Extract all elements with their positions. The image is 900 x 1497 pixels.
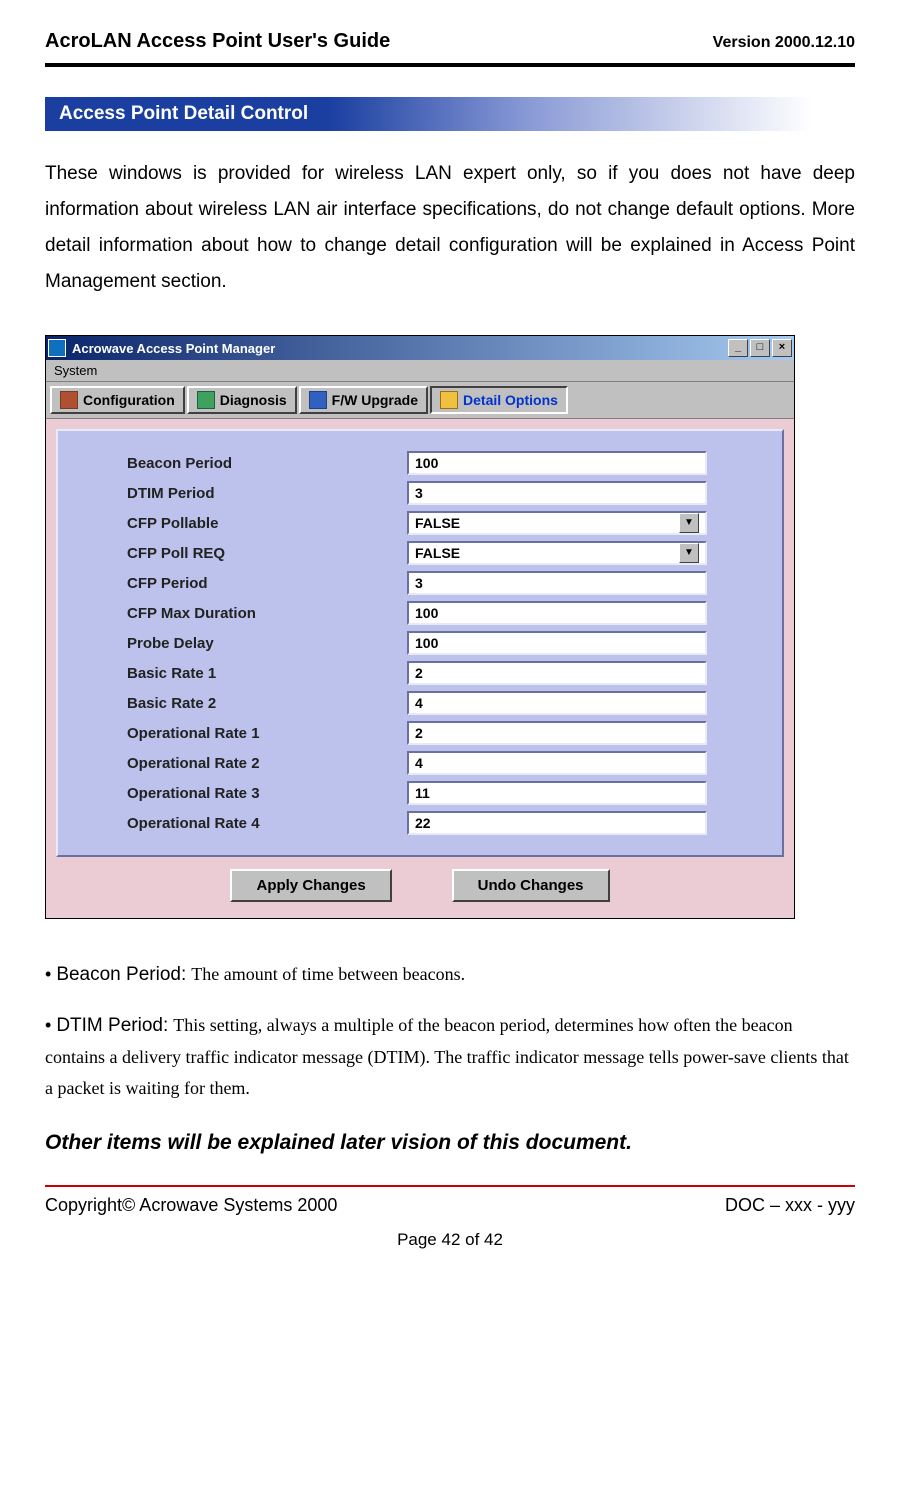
row-cfp-poll-req: CFP Poll REQ FALSE ▼ <box>72 541 768 565</box>
app-window: Acrowave Access Point Manager _ □ × Syst… <box>45 335 795 919</box>
minimize-button[interactable]: _ <box>728 339 748 357</box>
chevron-down-icon[interactable]: ▼ <box>679 543 699 563</box>
row-operational-rate-3: Operational Rate 3 11 <box>72 781 768 805</box>
row-basic-rate-1: Basic Rate 1 2 <box>72 661 768 685</box>
row-cfp-pollable: CFP Pollable FALSE ▼ <box>72 511 768 535</box>
app-icon <box>48 339 66 357</box>
definition-dtim-period: • DTIM Period: This setting, always a mu… <box>45 1010 855 1103</box>
term-beacon-period: Beacon Period: <box>56 964 186 985</box>
row-operational-rate-4: Operational Rate 4 22 <box>72 811 768 835</box>
input-operational-rate-3[interactable]: 11 <box>407 781 707 805</box>
input-operational-rate-1[interactable]: 2 <box>407 721 707 745</box>
chevron-down-icon[interactable]: ▼ <box>679 513 699 533</box>
maximize-button[interactable]: □ <box>750 339 770 357</box>
input-probe-delay[interactable]: 100 <box>407 631 707 655</box>
label-cfp-poll-req: CFP Poll REQ <box>72 545 407 562</box>
label-operational-rate-1: Operational Rate 1 <box>72 725 407 742</box>
input-basic-rate-2[interactable]: 4 <box>407 691 707 715</box>
label-probe-delay: Probe Delay <box>72 635 407 652</box>
tab-detail-options[interactable]: Detail Options <box>430 386 568 414</box>
titlebar[interactable]: Acrowave Access Point Manager _ □ × <box>46 336 794 360</box>
note-text: Other items will be explained later visi… <box>45 1131 855 1155</box>
intro-paragraph: These windows is provided for wireless L… <box>45 156 855 300</box>
definition-beacon-period: • Beacon Period: The amount of time betw… <box>45 959 855 991</box>
row-operational-rate-1: Operational Rate 1 2 <box>72 721 768 745</box>
select-cfp-pollable[interactable]: FALSE ▼ <box>407 511 707 535</box>
doc-id: DOC – xxx - yyy <box>725 1195 855 1216</box>
doc-title: AcroLAN Access Point User's Guide <box>45 30 390 53</box>
label-basic-rate-1: Basic Rate 1 <box>72 665 407 682</box>
header-rule <box>45 63 855 67</box>
footer-rule <box>45 1185 855 1187</box>
page-header: AcroLAN Access Point User's Guide Versio… <box>45 30 855 53</box>
desc-beacon-period: The amount of time between beacons. <box>191 964 465 984</box>
tab-diagnosis[interactable]: Diagnosis <box>187 386 297 414</box>
button-row: Apply Changes Undo Changes <box>56 857 784 908</box>
page-number: Page 42 of 42 <box>45 1230 855 1250</box>
row-cfp-max-duration: CFP Max Duration 100 <box>72 601 768 625</box>
apply-changes-button[interactable]: Apply Changes <box>230 869 391 902</box>
label-operational-rate-4: Operational Rate 4 <box>72 815 407 832</box>
label-cfp-max-duration: CFP Max Duration <box>72 605 407 622</box>
diagnosis-icon <box>197 391 215 409</box>
label-beacon-period: Beacon Period <box>72 455 407 472</box>
definitions: • Beacon Period: The amount of time betw… <box>45 959 855 1103</box>
label-operational-rate-2: Operational Rate 2 <box>72 755 407 772</box>
select-cfp-poll-req[interactable]: FALSE ▼ <box>407 541 707 565</box>
row-cfp-period: CFP Period 3 <box>72 571 768 595</box>
row-dtim-period: DTIM Period 3 <box>72 481 768 505</box>
row-beacon-period: Beacon Period 100 <box>72 451 768 475</box>
undo-changes-button[interactable]: Undo Changes <box>452 869 610 902</box>
input-cfp-max-duration[interactable]: 100 <box>407 601 707 625</box>
input-basic-rate-1[interactable]: 2 <box>407 661 707 685</box>
input-operational-rate-4[interactable]: 22 <box>407 811 707 835</box>
section-heading: Access Point Detail Control <box>45 97 853 131</box>
input-dtim-period[interactable]: 3 <box>407 481 707 505</box>
menu-system[interactable]: System <box>54 363 97 378</box>
copyright: Copyright© Acrowave Systems 2000 <box>45 1195 337 1216</box>
label-operational-rate-3: Operational Rate 3 <box>72 785 407 802</box>
toolbar: Configuration Diagnosis F/W Upgrade Deta… <box>46 382 794 419</box>
input-beacon-period[interactable]: 100 <box>407 451 707 475</box>
menubar[interactable]: System <box>46 360 794 382</box>
page-footer: Copyright© Acrowave Systems 2000 DOC – x… <box>45 1195 855 1216</box>
row-probe-delay: Probe Delay 100 <box>72 631 768 655</box>
row-basic-rate-2: Basic Rate 2 4 <box>72 691 768 715</box>
label-cfp-period: CFP Period <box>72 575 407 592</box>
term-dtim-period: DTIM Period: <box>56 1015 168 1036</box>
pencil-icon <box>440 391 458 409</box>
row-operational-rate-2: Operational Rate 2 4 <box>72 751 768 775</box>
window-title: Acrowave Access Point Manager <box>72 341 275 356</box>
form-panel: Beacon Period 100 DTIM Period 3 CFP Poll… <box>56 429 784 857</box>
tab-configuration[interactable]: Configuration <box>50 386 185 414</box>
client-area: Beacon Period 100 DTIM Period 3 CFP Poll… <box>46 419 794 918</box>
input-cfp-period[interactable]: 3 <box>407 571 707 595</box>
input-operational-rate-2[interactable]: 4 <box>407 751 707 775</box>
close-button[interactable]: × <box>772 339 792 357</box>
doc-version: Version 2000.12.10 <box>713 34 855 52</box>
wrench-icon <box>60 391 78 409</box>
label-dtim-period: DTIM Period <box>72 485 407 502</box>
label-cfp-pollable: CFP Pollable <box>72 515 407 532</box>
label-basic-rate-2: Basic Rate 2 <box>72 695 407 712</box>
tab-fw-upgrade[interactable]: F/W Upgrade <box>299 386 428 414</box>
upgrade-icon <box>309 391 327 409</box>
